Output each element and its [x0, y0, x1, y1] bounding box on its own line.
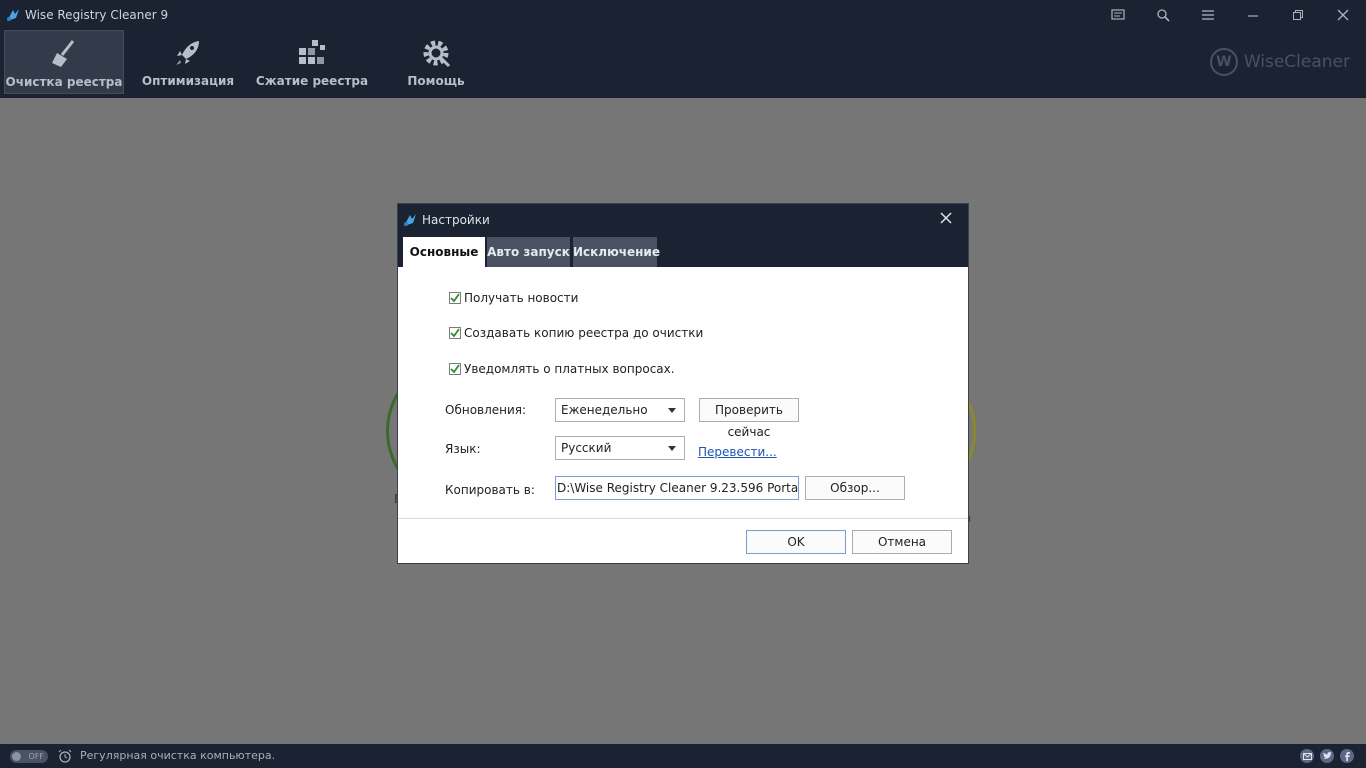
- tab-exclusions[interactable]: Исключение: [573, 237, 660, 267]
- backup-path-input[interactable]: D:\Wise Registry Cleaner 9.23.596 Portab…: [555, 476, 799, 500]
- defrag-blocks-icon: [299, 40, 325, 64]
- language-select[interactable]: Русский: [555, 436, 685, 460]
- nav-registry-cleaner[interactable]: Очистка реестра: [4, 30, 124, 94]
- checkbox[interactable]: [449, 327, 461, 339]
- status-bar: OFF Регулярная очистка компьютера.: [0, 744, 1366, 768]
- dialog-separator: [398, 518, 968, 519]
- updates-frequency-select[interactable]: Еженедельно: [555, 398, 685, 422]
- checkmark-icon: [450, 293, 460, 303]
- twitter-button[interactable]: [1320, 749, 1334, 763]
- checkbox[interactable]: [449, 292, 461, 304]
- checkbox-label: Создавать копию реестра до очистки: [464, 326, 704, 340]
- dialog-close-icon[interactable]: [938, 210, 954, 226]
- main-toolbar: Очистка реестра Оптимизация Сжатие реест…: [0, 30, 1366, 98]
- brand-name: WiseCleaner: [1243, 52, 1350, 72]
- nav-label: Сжатие реестра: [255, 74, 369, 88]
- nav-label: Оптимизация: [141, 74, 235, 88]
- dialog-header: Настройки Основные Авто запуск Исключени…: [398, 204, 968, 267]
- title-bar: Wise Registry Cleaner 9: [0, 0, 1366, 30]
- tab-general[interactable]: Основные: [403, 237, 485, 267]
- nav-help[interactable]: Помощь: [396, 30, 476, 94]
- rocket-icon: [176, 41, 199, 65]
- minimize-icon: [1248, 15, 1258, 17]
- close-button[interactable]: [1321, 0, 1365, 30]
- language-label: Язык:: [445, 442, 481, 456]
- broom-icon: [52, 40, 75, 67]
- restore-button[interactable]: [1276, 0, 1320, 30]
- ok-button[interactable]: OK: [746, 530, 846, 554]
- wisecleaner-brand[interactable]: W WiseCleaner: [1209, 48, 1350, 76]
- dialog-body: Получать новости Создавать копию реестра…: [398, 267, 968, 517]
- app-logo-icon: [404, 214, 416, 226]
- facebook-button[interactable]: [1340, 749, 1354, 763]
- chevron-down-icon: [668, 446, 676, 451]
- nav-optimization[interactable]: Оптимизация: [130, 30, 246, 94]
- checkmark-icon: [450, 328, 460, 338]
- browse-button[interactable]: Обзор...: [805, 476, 905, 500]
- checkbox-label: Уведомлять о платных вопросах.: [464, 362, 675, 376]
- theme-button[interactable]: [1141, 0, 1185, 30]
- status-text: Регулярная очистка компьютера.: [80, 749, 276, 762]
- mail-icon: [1302, 752, 1312, 760]
- checkbox-backup-registry[interactable]: Создавать копию реестра до очистки: [449, 326, 703, 340]
- restore-icon: [1293, 10, 1303, 20]
- menu-icon: [1202, 10, 1214, 20]
- tab-autorun[interactable]: Авто запуск: [487, 237, 570, 267]
- checkbox-label: Получать новости: [464, 291, 579, 305]
- app-logo-icon: [7, 9, 19, 21]
- alarm-clock-icon: [58, 749, 72, 763]
- scheduled-clean-toggle[interactable]: OFF: [10, 750, 48, 763]
- twitter-icon: [1322, 752, 1332, 759]
- theme-icon: [1157, 9, 1170, 22]
- dialog-title: Настройки: [422, 213, 490, 227]
- wisecleaner-logo: W: [1209, 48, 1238, 76]
- nav-label: Очистка реестра: [5, 75, 123, 89]
- checkbox-receive-news[interactable]: Получать новости: [449, 291, 578, 305]
- nav-registry-defrag[interactable]: Сжатие реестра: [252, 30, 372, 94]
- checkbox-notify-paid[interactable]: Уведомлять о платных вопросах.: [449, 362, 675, 376]
- language-value: Русский: [561, 441, 612, 455]
- checkmark-icon: [450, 364, 460, 374]
- cancel-button[interactable]: Отмена: [852, 530, 952, 554]
- message-button[interactable]: [1096, 0, 1140, 30]
- facebook-icon: [1345, 751, 1350, 761]
- chevron-down-icon: [668, 408, 676, 413]
- minimize-button[interactable]: [1231, 0, 1275, 30]
- mail-button[interactable]: [1300, 749, 1314, 763]
- message-icon: [1111, 9, 1125, 20]
- app-title: Wise Registry Cleaner 9: [25, 8, 169, 22]
- translate-link[interactable]: Перевести...: [698, 445, 777, 459]
- menu-button[interactable]: [1186, 0, 1230, 30]
- close-icon: [1337, 9, 1349, 21]
- checkbox[interactable]: [449, 363, 461, 375]
- gear-tool-icon: [423, 40, 451, 68]
- backup-path-label: Копировать в:: [445, 483, 535, 497]
- updates-label: Обновления:: [445, 403, 527, 417]
- check-now-button[interactable]: Проверить сейчас: [699, 398, 799, 439]
- settings-dialog: Настройки Основные Авто запуск Исключени…: [398, 204, 968, 563]
- nav-label: Помощь: [407, 74, 465, 88]
- updates-frequency-value: Еженедельно: [561, 403, 648, 417]
